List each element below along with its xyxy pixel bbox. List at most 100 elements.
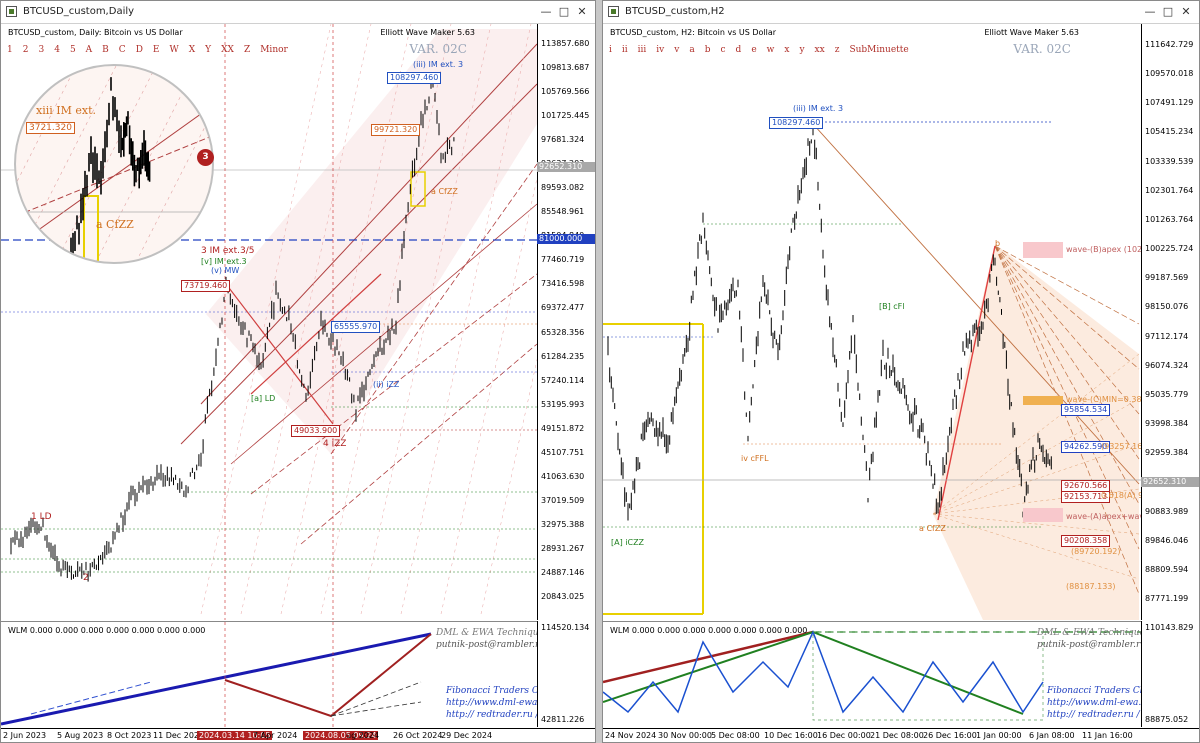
wave-degree-13[interactable]: XX <box>221 45 234 55</box>
wave-degree-10[interactable]: W <box>169 45 178 55</box>
wave-degree-3[interactable]: 4 <box>54 45 60 55</box>
ewm-label: Elliott Wave Maker 5.63 <box>984 28 1079 37</box>
wave-degree-6[interactable]: B <box>102 45 109 55</box>
close-button[interactable]: ✕ <box>1177 4 1195 20</box>
wlm-axis-top: 114520.134 <box>541 623 590 632</box>
time-axis[interactable]: 24 Nov 2024 30 Nov 00:00 5 Dec 08:00 10 Dec… <box>603 728 1199 742</box>
wave-b-label: b <box>995 239 1001 248</box>
wlm-header: WLM 0.000 0.000 0.000 0.000 0.000 0.000 … <box>8 626 206 635</box>
wave-degree-2[interactable]: iii <box>638 45 647 55</box>
wave-degree-1[interactable]: 2 <box>23 45 29 55</box>
wave-degree-5[interactable]: A <box>86 45 93 55</box>
window-titlebar[interactable]: BTCUSD_custom,Daily — □ ✕ <box>1 1 595 24</box>
wlm-axis: 114520.134 42811.226 <box>537 621 595 727</box>
price-plot[interactable]: BTCUSD_custom, H2: Bitcoin vs US Dollar … <box>603 24 1161 620</box>
iii-im-label: (iii) IM ext. 3 <box>793 104 844 113</box>
wave-degree-8[interactable]: d <box>736 45 742 55</box>
price-tick: 88809.594 <box>1145 564 1189 574</box>
wave-degree-14[interactable]: z <box>835 45 840 55</box>
sig-site2: http:// redtrader.ru / <box>446 710 539 720</box>
maximize-button[interactable]: □ <box>1159 4 1177 20</box>
time-tick: 29 Dec 2024 <box>441 731 493 740</box>
wave-degree-10[interactable]: w <box>767 45 775 55</box>
window-title: BTCUSD_custom,H2 <box>625 6 725 17</box>
price-tick: 100225.724 <box>1145 244 1194 254</box>
time-tick: 26 Oct 2024 <box>393 731 443 740</box>
price-tick: 107491.129 <box>1145 98 1194 108</box>
wave-degree-0[interactable]: i <box>609 45 612 55</box>
wave-degree-labels[interactable]: 1 2 3 4 5 A B C D E W X Y XX Z Minor <box>7 45 298 55</box>
wave-degree-15[interactable]: SubMinuette <box>849 45 908 55</box>
wave-degree-5[interactable]: a <box>689 45 694 55</box>
price-box-high: 108297.460 <box>769 117 824 129</box>
time-tick: 1 Jan 00:00 <box>976 731 1022 740</box>
wlm-axis-bottom: 88875.052 <box>1145 715 1189 724</box>
window-title: BTCUSD_custom,Daily <box>23 6 135 17</box>
wlm-line <box>603 630 1044 714</box>
time-tick: 7 Apr 2024 <box>253 731 298 740</box>
wave-degree-13[interactable]: xx <box>815 45 825 55</box>
wave-degree-4[interactable]: v <box>674 45 679 55</box>
daily-chart-window[interactable]: BTCUSD_custom,Daily — □ ✕ BTCUSD_custom,… <box>0 0 596 743</box>
wave-degree-11[interactable]: x <box>784 45 789 55</box>
price-axis[interactable]: 111642.729 109570.018 107491.129 105415.234… <box>1141 24 1199 620</box>
wave-degree-9[interactable]: E <box>153 45 160 55</box>
wave-degree-4[interactable]: 5 <box>70 45 76 55</box>
time-tick: ug 2024 <box>346 731 380 740</box>
apex-zone-2 <box>1023 508 1063 522</box>
current-price-tag: 92652.310 <box>537 162 595 172</box>
time-tick: 16 Dec 00:00 <box>817 731 871 740</box>
wave-degree-0[interactable]: 1 <box>7 45 13 55</box>
wlm-axis-bottom: 42811.226 <box>541 715 585 724</box>
wave-degree-3[interactable]: iv <box>656 45 664 55</box>
minimize-button[interactable]: — <box>537 4 555 20</box>
minimize-button[interactable]: — <box>1141 4 1159 20</box>
time-axis[interactable]: 2 Jun 2023 5 Aug 2023 8 Oct 2023 11 Dec 202… <box>1 728 595 742</box>
wave-degree-15[interactable]: Minor <box>260 45 288 55</box>
wave-degree-6[interactable]: b <box>705 45 711 55</box>
window-titlebar[interactable]: BTCUSD_custom,H2 — □ ✕ <box>603 1 1199 24</box>
price-tick: 109570.018 <box>1145 69 1194 79</box>
maximize-button[interactable]: □ <box>555 4 573 20</box>
wave-degree-14[interactable]: Z <box>244 45 250 55</box>
wave-degree-1[interactable]: ii <box>622 45 628 55</box>
close-button[interactable]: ✕ <box>573 4 591 20</box>
price-box-3: 73719.460 <box>181 280 231 292</box>
price-box-95: 95854.534 <box>1061 404 1111 416</box>
wave-degree-2[interactable]: 3 <box>38 45 44 55</box>
wave-degree-7[interactable]: C <box>119 45 126 55</box>
price-box-2: 99721.320 <box>371 124 421 136</box>
wlm-subwindow[interactable]: WLM 0.000 0.000 0.000 0.000 0.000 0.000 … <box>1 621 553 728</box>
price-tick: 99187.569 <box>1145 273 1189 283</box>
price-tick: 53195.993 <box>541 399 585 409</box>
wlm-line <box>812 631 1024 715</box>
price-tick: 77460.719 <box>541 255 585 265</box>
price-plot[interactable]: BTCUSD_custom, Daily: Bitcoin vs US Doll… <box>1 24 537 620</box>
wave-A-label: [A] iCZZ <box>611 538 645 547</box>
wave-a-label: [a] LD <box>251 394 276 403</box>
chart-window-icon <box>6 6 17 17</box>
mag-grid <box>16 66 77 185</box>
wave-degree-11[interactable]: X <box>189 45 195 55</box>
wlm-axis: 110143.829 88875.052 <box>1141 621 1199 727</box>
price-axis[interactable]: 113857.680 109813.687 105769.566 101725.445… <box>537 24 595 620</box>
h2-chart-window[interactable]: BTCUSD_custom,H2 — □ ✕ BTCUSD_custom, H2… <box>602 0 1200 743</box>
wave-degree-12[interactable]: Y <box>205 45 211 55</box>
price-canvas <box>603 121 1141 620</box>
time-tick: 6 Jan 08:00 <box>1029 731 1075 740</box>
wave-degree-7[interactable]: c <box>721 45 726 55</box>
time-tick: 8 Oct 2023 <box>107 731 152 740</box>
price-tick: 89846.046 <box>1145 535 1189 545</box>
wave-degree-labels[interactable]: i ii iii iv v a b c d e w x y xx z SubMinuette <box>609 45 919 55</box>
wave-degree-9[interactable]: e <box>751 45 756 55</box>
time-tick: 11 Jan 16:00 <box>1082 731 1133 740</box>
price-box-4: 49033.900 <box>291 425 341 437</box>
magnifier-inset: 3721.320 xiii IM ext. a CfZZ <box>14 64 214 264</box>
price-tick: 97112.174 <box>1145 331 1189 341</box>
price-tick: 37019.509 <box>541 495 585 505</box>
wave-degree-12[interactable]: y <box>799 45 804 55</box>
price-tick: 49151.872 <box>541 423 585 433</box>
wlm-subwindow[interactable]: WLM 0.000 0.000 0.000 0.000 0.000 0.000 … <box>603 621 1154 728</box>
price-tick: 113857.680 <box>541 39 590 48</box>
wave-degree-8[interactable]: D <box>136 45 143 55</box>
